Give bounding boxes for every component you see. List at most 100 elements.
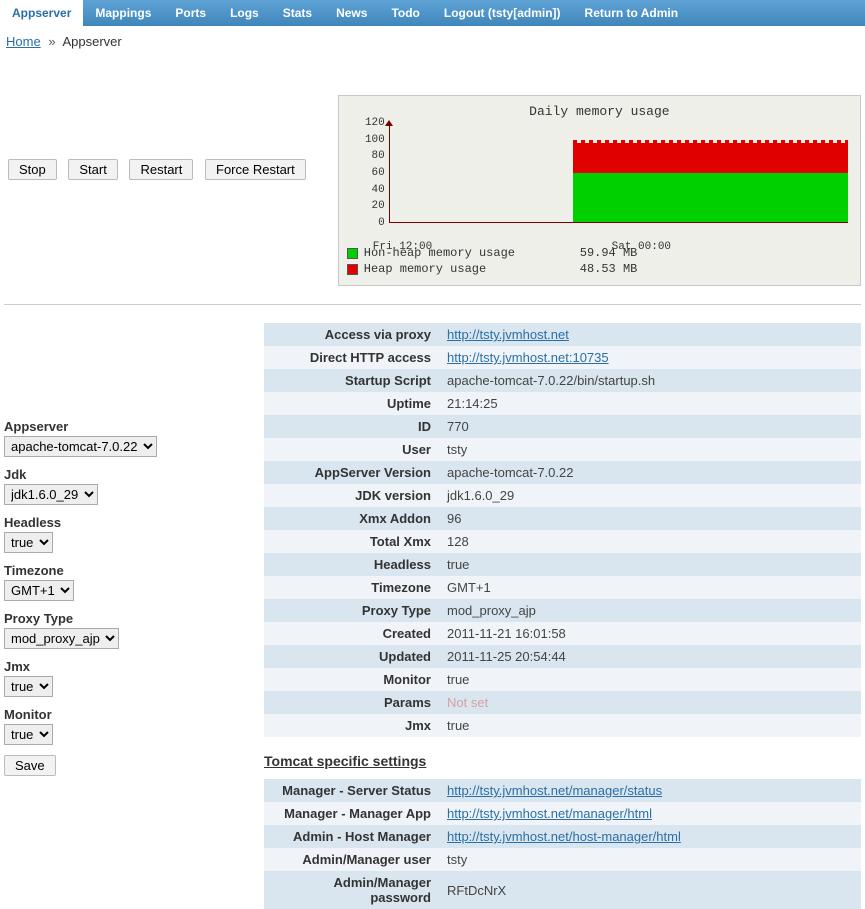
- info-key: Params: [264, 691, 439, 714]
- appserver-select[interactable]: apache-tomcat-7.0.22: [4, 436, 157, 457]
- info-link[interactable]: http://tsty.jvmhost.net/host-manager/htm…: [447, 829, 681, 844]
- info-link[interactable]: http://tsty.jvmhost.net: [447, 327, 569, 342]
- chart-xtick: Fri 12:00: [373, 241, 432, 253]
- chart-ytick: 80: [372, 150, 385, 162]
- headless-select[interactable]: true: [4, 532, 53, 553]
- stop-button[interactable]: Stop: [8, 159, 57, 180]
- info-key: Uptime: [264, 392, 439, 415]
- info-key: Proxy Type: [264, 599, 439, 622]
- monitor-label: Monitor: [4, 707, 224, 722]
- chart-plot: [389, 123, 848, 223]
- nav-tab-news[interactable]: News: [324, 0, 379, 26]
- info-value: http://tsty.jvmhost.net:10735: [439, 346, 861, 369]
- info-key: Headless: [264, 553, 439, 576]
- nav-tab-logs[interactable]: Logs: [218, 0, 271, 26]
- info-key: Total Xmx: [264, 530, 439, 553]
- table-row: Uptime21:14:25: [264, 392, 861, 415]
- legend-label: Heap memory usage: [364, 261, 574, 277]
- breadcrumb-home[interactable]: Home: [6, 34, 41, 49]
- info-panel: Access via proxy http://tsty.jvmhost.net D…: [264, 323, 861, 909]
- monitor-select[interactable]: true: [4, 724, 53, 745]
- info-value: 2011-11-21 16:01:58: [439, 622, 861, 645]
- nav-tab-todo[interactable]: Todo: [379, 0, 431, 26]
- restart-button[interactable]: Restart: [129, 159, 193, 180]
- info-value: http://tsty.jvmhost.net/host-manager/htm…: [439, 825, 861, 848]
- tomcat-settings-heading: Tomcat specific settings: [264, 753, 861, 769]
- nav-tab-logout-tsty-admin[interactable]: Logout (tsty[admin]): [432, 0, 573, 26]
- info-key: Manager - Manager App: [264, 802, 439, 825]
- info-key: Manager - Server Status: [264, 779, 439, 802]
- nav-tab-mappings[interactable]: Mappings: [83, 0, 163, 26]
- info-link[interactable]: http://tsty.jvmhost.net/manager/status: [447, 783, 662, 798]
- info-link[interactable]: http://tsty.jvmhost.net:10735: [447, 350, 609, 365]
- info-link[interactable]: http://tsty.jvmhost.net/manager/html: [447, 806, 652, 821]
- start-button[interactable]: Start: [68, 159, 117, 180]
- info-table: Access via proxy http://tsty.jvmhost.net D…: [264, 323, 861, 737]
- timezone-label: Timezone: [4, 563, 224, 578]
- nav-tab-ports[interactable]: Ports: [163, 0, 218, 26]
- save-button[interactable]: Save: [4, 755, 56, 776]
- info-value: http://tsty.jvmhost.net/manager/status: [439, 779, 861, 802]
- chart-ytick: 0: [378, 217, 385, 229]
- table-row: Direct HTTP accesshttp://tsty.jvmhost.ne…: [264, 346, 861, 369]
- info-value: true: [439, 668, 861, 691]
- breadcrumb-sep: »: [48, 34, 55, 49]
- info-key: Timezone: [264, 576, 439, 599]
- divider: [4, 304, 861, 305]
- nav-tab-appserver[interactable]: Appserver: [0, 0, 83, 26]
- chart-ytick: 40: [372, 184, 385, 196]
- info-value: mod_proxy_ajp: [439, 599, 861, 622]
- proxy-type-select[interactable]: mod_proxy_ajp: [4, 628, 119, 649]
- chart-title: Daily memory usage: [339, 102, 860, 123]
- table-row: Total Xmx128: [264, 530, 861, 553]
- info-value: apache-tomcat-7.0.22/bin/startup.sh: [439, 369, 861, 392]
- chart-ytick: 120: [365, 117, 385, 129]
- jdk-select[interactable]: jdk1.6.0_29: [4, 484, 98, 505]
- info-value: true: [439, 553, 861, 576]
- memory-chart: Daily memory usage 120100806040200 Fri 1…: [338, 95, 861, 286]
- chart-series-heap: [573, 143, 848, 173]
- jmx-select[interactable]: true: [4, 676, 53, 697]
- info-key: AppServer Version: [264, 461, 439, 484]
- action-buttons: Stop Start Restart Force Restart: [4, 151, 318, 188]
- info-key: Admin/Manager password: [264, 871, 439, 909]
- chart-legend-row: Heap memory usage48.53 MB: [347, 261, 852, 277]
- chart-ytick: 60: [372, 167, 385, 179]
- info-value: tsty: [439, 848, 861, 871]
- info-value: jdk1.6.0_29: [439, 484, 861, 507]
- settings-form: Appserver apache-tomcat-7.0.22 Jdk jdk1.…: [4, 323, 224, 786]
- breadcrumb-current: Appserver: [62, 34, 121, 49]
- table-row: Access via proxy http://tsty.jvmhost.net: [264, 323, 861, 346]
- info-value: Not set: [439, 691, 861, 714]
- info-value: 770: [439, 415, 861, 438]
- table-row: Manager - Server Status http://tsty.jvmho…: [264, 779, 861, 802]
- table-row: Admin - Host Managerhttp://tsty.jvmhost.…: [264, 825, 861, 848]
- info-key: Updated: [264, 645, 439, 668]
- table-row: TimezoneGMT+1: [264, 576, 861, 599]
- info-value: 96: [439, 507, 861, 530]
- info-key: User: [264, 438, 439, 461]
- appserver-label: Appserver: [4, 419, 224, 434]
- info-key: Access via proxy: [264, 323, 439, 346]
- top-nav: AppserverMappingsPortsLogsStatsNewsTodoL…: [0, 0, 865, 26]
- table-row: JDK versionjdk1.6.0_29: [264, 484, 861, 507]
- table-row: AppServer Versionapache-tomcat-7.0.22: [264, 461, 861, 484]
- proxy-type-label: Proxy Type: [4, 611, 224, 626]
- breadcrumb: Home » Appserver: [0, 26, 865, 55]
- table-row: Monitortrue: [264, 668, 861, 691]
- table-row: Proxy Typemod_proxy_ajp: [264, 599, 861, 622]
- table-row: Usertsty: [264, 438, 861, 461]
- nav-tab-return-to-admin[interactable]: Return to Admin: [573, 0, 691, 26]
- info-key: Created: [264, 622, 439, 645]
- table-row: Headlesstrue: [264, 553, 861, 576]
- legend-swatch: [347, 264, 358, 275]
- info-value: apache-tomcat-7.0.22: [439, 461, 861, 484]
- force-restart-button[interactable]: Force Restart: [205, 159, 306, 180]
- nav-tab-stats[interactable]: Stats: [271, 0, 324, 26]
- table-row: Updated2011-11-25 20:54:44: [264, 645, 861, 668]
- timezone-select[interactable]: GMT+1: [4, 580, 74, 601]
- table-row: ID770: [264, 415, 861, 438]
- table-row: ParamsNot set: [264, 691, 861, 714]
- table-row: Jmxtrue: [264, 714, 861, 737]
- info-value: RFtDcNrX: [439, 871, 861, 909]
